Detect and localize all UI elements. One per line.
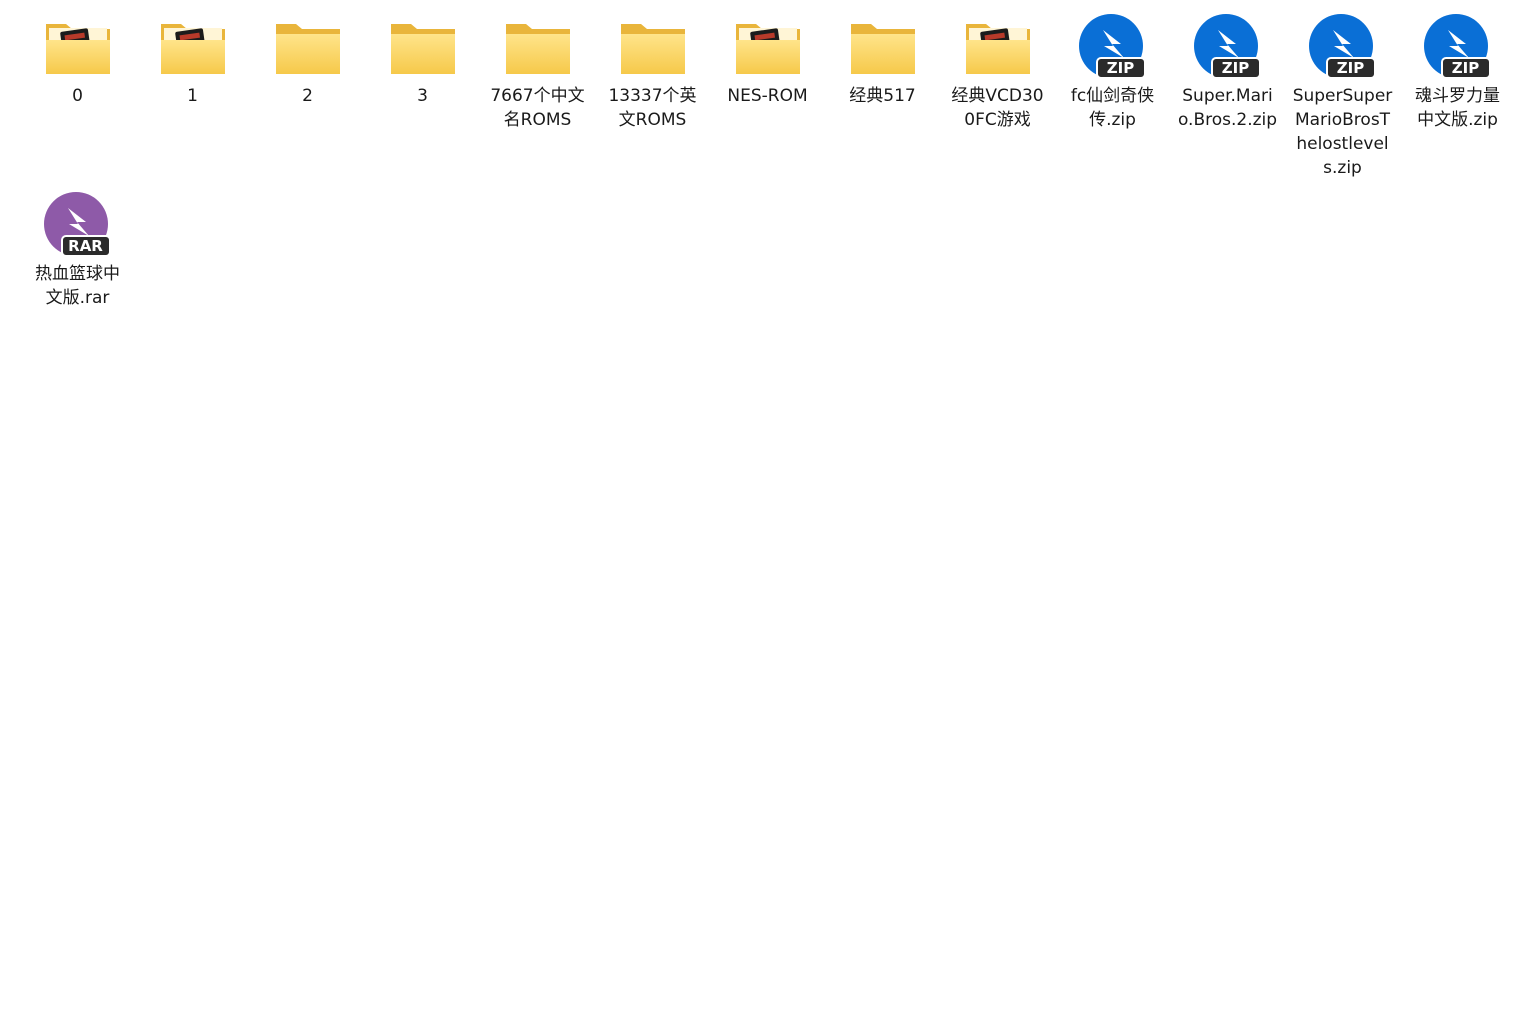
item-label: 魂斗罗力量中文版.zip bbox=[1415, 86, 1500, 130]
folder-icon bbox=[502, 14, 574, 80]
folder-item-2[interactable]: 2 bbox=[250, 12, 365, 190]
zip-item-super-mario-2[interactable]: ZIP Super.Mario.Bros.2.zip bbox=[1170, 12, 1285, 190]
file-type-tag: ZIP bbox=[1336, 59, 1365, 77]
file-grid: 0 1 2 3 7667个中文名ROMS 13337个英文ROMS NES-RO… bbox=[20, 12, 1520, 368]
file-type-tag: ZIP bbox=[1106, 59, 1135, 77]
zip-archive-icon: ZIP bbox=[1192, 14, 1264, 80]
folder-item-0[interactable]: 0 bbox=[20, 12, 135, 190]
folder-icon bbox=[387, 14, 459, 80]
zip-item-contra[interactable]: ZIP 魂斗罗力量中文版.zip bbox=[1400, 12, 1515, 190]
item-label: 热血篮球中文版.rar bbox=[35, 264, 120, 308]
folder-item-1[interactable]: 1 bbox=[135, 12, 250, 190]
zip-archive-icon: ZIP bbox=[1307, 14, 1379, 80]
folder-item-vcd300[interactable]: 经典VCD300FC游戏 bbox=[940, 12, 1055, 190]
item-label: 1 bbox=[187, 86, 198, 106]
folder-icon bbox=[847, 14, 919, 80]
item-label: 经典VCD300FC游戏 bbox=[951, 86, 1044, 130]
item-label: fc仙剑奇侠传.zip bbox=[1070, 86, 1155, 130]
folder-item-nes-rom[interactable]: NES-ROM bbox=[710, 12, 825, 190]
rar-item-basketball[interactable]: RAR 热血篮球中文版.rar bbox=[20, 190, 135, 368]
folder-item-jingdian517[interactable]: 经典517 bbox=[825, 12, 940, 190]
item-label: 经典517 bbox=[849, 86, 916, 106]
folder-with-preview-icon bbox=[157, 14, 229, 80]
folder-with-preview-icon bbox=[732, 14, 804, 80]
folder-item-13337[interactable]: 13337个英文ROMS bbox=[595, 12, 710, 190]
zip-archive-icon: ZIP bbox=[1077, 14, 1149, 80]
file-type-tag: RAR bbox=[68, 237, 103, 255]
folder-item-7667[interactable]: 7667个中文名ROMS bbox=[480, 12, 595, 190]
folder-with-preview-icon bbox=[42, 14, 114, 80]
item-label: 3 bbox=[417, 86, 428, 106]
rar-archive-icon: RAR bbox=[42, 192, 114, 258]
item-label: 2 bbox=[302, 86, 313, 106]
item-label: 0 bbox=[72, 86, 83, 106]
zip-item-lost-levels[interactable]: ZIP SuperSuperMarioBrosThelostlevels.zip bbox=[1285, 12, 1400, 190]
item-label: Super.Mario.Bros.2.zip bbox=[1177, 86, 1278, 130]
file-type-tag: ZIP bbox=[1451, 59, 1480, 77]
file-type-tag: ZIP bbox=[1221, 59, 1250, 77]
zip-archive-icon: ZIP bbox=[1422, 14, 1494, 80]
folder-icon bbox=[272, 14, 344, 80]
folder-item-3[interactable]: 3 bbox=[365, 12, 480, 190]
item-label: SuperSuperMarioBrosThelostlevels.zip bbox=[1292, 86, 1393, 178]
folder-icon bbox=[617, 14, 689, 80]
item-label: NES-ROM bbox=[727, 86, 808, 106]
folder-with-preview-icon bbox=[962, 14, 1034, 80]
item-label: 13337个英文ROMS bbox=[608, 86, 697, 130]
item-label: 7667个中文名ROMS bbox=[490, 86, 585, 130]
zip-item-xianjian[interactable]: ZIP fc仙剑奇侠传.zip bbox=[1055, 12, 1170, 190]
